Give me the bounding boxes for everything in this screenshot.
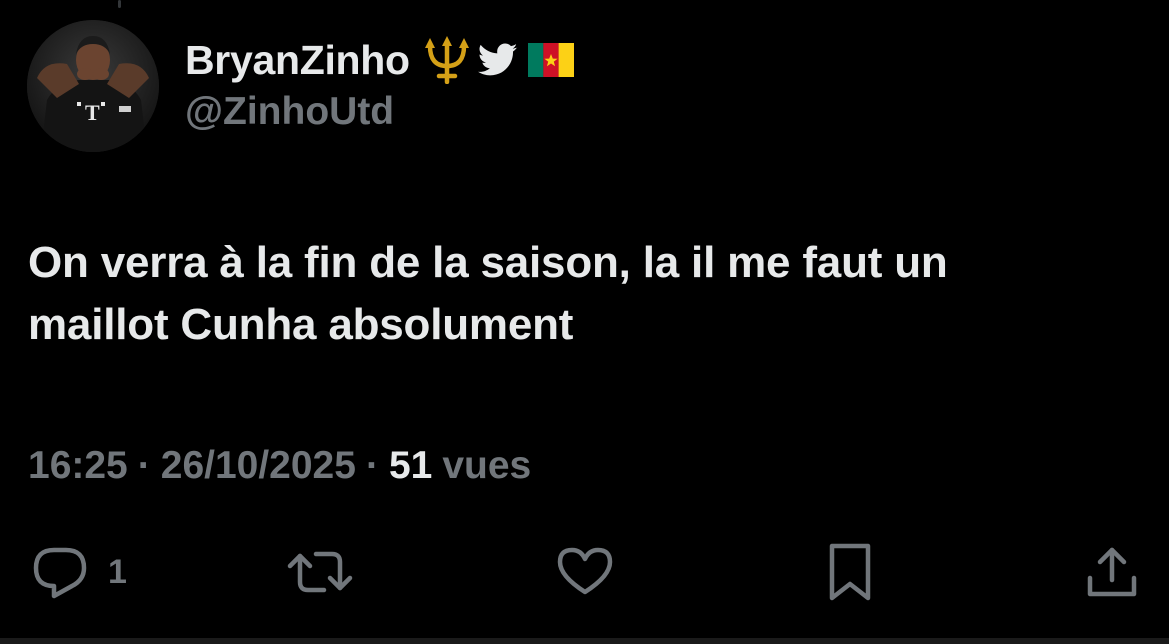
share-icon <box>1087 547 1137 597</box>
tweet-text-line-1: On verra à la fin de la saison, la il me… <box>28 238 948 287</box>
handle[interactable]: @ZinhoUtd <box>185 90 574 134</box>
reply-button[interactable]: 1 <box>30 540 127 604</box>
avatar[interactable]: T <box>27 20 159 152</box>
trident-icon <box>422 36 472 84</box>
tweet-text: On verra à la fin de la saison, la il me… <box>28 232 1138 356</box>
retweet-button[interactable] <box>286 540 354 604</box>
bookmark-icon <box>829 543 871 601</box>
tweet-date[interactable]: 26/10/2025 <box>161 444 356 488</box>
twitter-bird-icon <box>477 43 518 77</box>
tweet-header: BryanZinho @ZinhoUtd <box>185 34 574 134</box>
cameroon-flag-icon <box>527 43 574 77</box>
separator: · <box>365 444 379 487</box>
reply-icon <box>33 547 87 599</box>
svg-text:T: T <box>85 100 100 125</box>
separator: · <box>137 444 151 487</box>
views-label[interactable]: vues <box>442 444 531 488</box>
name-row: BryanZinho <box>185 34 574 86</box>
tweet-time[interactable]: 16:25 <box>28 444 128 488</box>
views-count[interactable]: 51 <box>389 444 432 488</box>
thread-connector <box>118 0 121 8</box>
display-name[interactable]: BryanZinho <box>185 37 410 84</box>
share-button[interactable] <box>1084 540 1140 604</box>
bookmark-button[interactable] <box>826 540 874 604</box>
reply-count: 1 <box>108 552 127 591</box>
retweet-icon <box>287 551 353 593</box>
avatar-image: T <box>27 20 159 152</box>
like-button[interactable] <box>556 540 614 604</box>
tweet-text-line-2: maillot Cunha absolument <box>28 300 574 349</box>
tweet-meta: 16:25 · 26/10/2025 · 51 vues <box>28 444 531 488</box>
bottom-divider <box>0 638 1169 644</box>
action-bar: 1 <box>0 540 1169 604</box>
like-icon <box>557 547 613 595</box>
